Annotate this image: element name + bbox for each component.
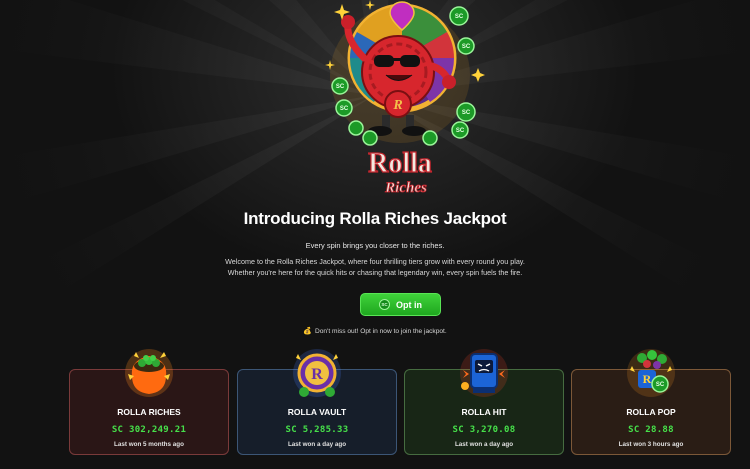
tier-amount: SC 5,285.33 <box>285 425 349 435</box>
vault-coin-icon: R <box>293 349 341 397</box>
svg-text:R: R <box>311 366 323 383</box>
tier-card-rolla-vault[interactable]: R ROLLA VAULT SC 5,285.33 Last won a day… <box>237 349 397 455</box>
svg-text:SC: SC <box>656 382 665 388</box>
jackpot-description: Welcome to the Rolla Riches Jackpot, whe… <box>225 257 525 277</box>
tier-last-won: Last won 3 hours ago <box>618 441 684 448</box>
tier-name: ROLLA RICHES <box>117 407 181 417</box>
treasure-pot-icon <box>125 349 173 397</box>
svg-text:SC: SC <box>455 14 464 20</box>
jackpot-page: R SC SC SC SC SC SC Rolla Riches Introdu… <box>0 0 750 469</box>
tier-name: ROLLA POP <box>626 407 676 417</box>
tier-amount: SC 3,270.08 <box>452 425 516 435</box>
money-bag-icon: 💰 <box>303 328 312 335</box>
svg-text:Rolla: Rolla <box>368 148 432 179</box>
svg-text:SC: SC <box>336 84 345 90</box>
tier-card-rolla-hit[interactable]: ROLLA HIT SC 3,270.08 Last won a day ago <box>404 349 564 455</box>
tier-amount: SC 302,249.21 <box>111 425 187 435</box>
tier-name: ROLLA HIT <box>461 407 507 417</box>
opt-in-notice-text: Don't miss out! Opt in now to join the j… <box>314 328 447 335</box>
sc-coin-icon: SC <box>379 299 390 310</box>
svg-text:R: R <box>392 98 402 113</box>
opt-in-notice: 💰 Don't miss out! Opt in now to join the … <box>0 327 750 335</box>
svg-text:SC: SC <box>340 106 349 112</box>
tier-name: ROLLA VAULT <box>287 407 347 417</box>
tier-last-won: Last won a day ago <box>454 441 514 448</box>
svg-text:SC: SC <box>456 128 465 134</box>
svg-text:Riches: Riches <box>384 180 427 196</box>
svg-text:SC: SC <box>462 110 471 116</box>
rolla-riches-hero-illustration: R SC SC SC SC SC SC Rolla Riches <box>325 0 485 196</box>
tier-card-rolla-riches[interactable]: ROLLA RICHES SC 302,249.21 Last won 5 mo… <box>69 349 229 455</box>
svg-text:SC: SC <box>462 44 471 50</box>
rolla-riches-logo: Rolla Riches <box>368 147 433 196</box>
tier-card-rolla-pop[interactable]: R SC ROLLA POP SC 28.88 Last won 3 hours… <box>571 349 731 455</box>
svg-text:R: R <box>643 372 652 386</box>
opt-in-button[interactable]: SC Opt in <box>360 293 441 316</box>
page-title: Introducing Rolla Riches Jackpot <box>243 209 507 228</box>
slot-machine-icon <box>460 349 508 397</box>
page-subtitle: Every spin brings you closer to the rich… <box>305 241 445 250</box>
tier-last-won: Last won 5 months ago <box>114 441 184 448</box>
coin-burst-icon: R SC <box>627 349 675 397</box>
tier-amount: SC 28.88 <box>628 425 674 435</box>
opt-in-label: Opt in <box>396 299 422 310</box>
tier-last-won: Last won a day ago <box>287 441 347 448</box>
